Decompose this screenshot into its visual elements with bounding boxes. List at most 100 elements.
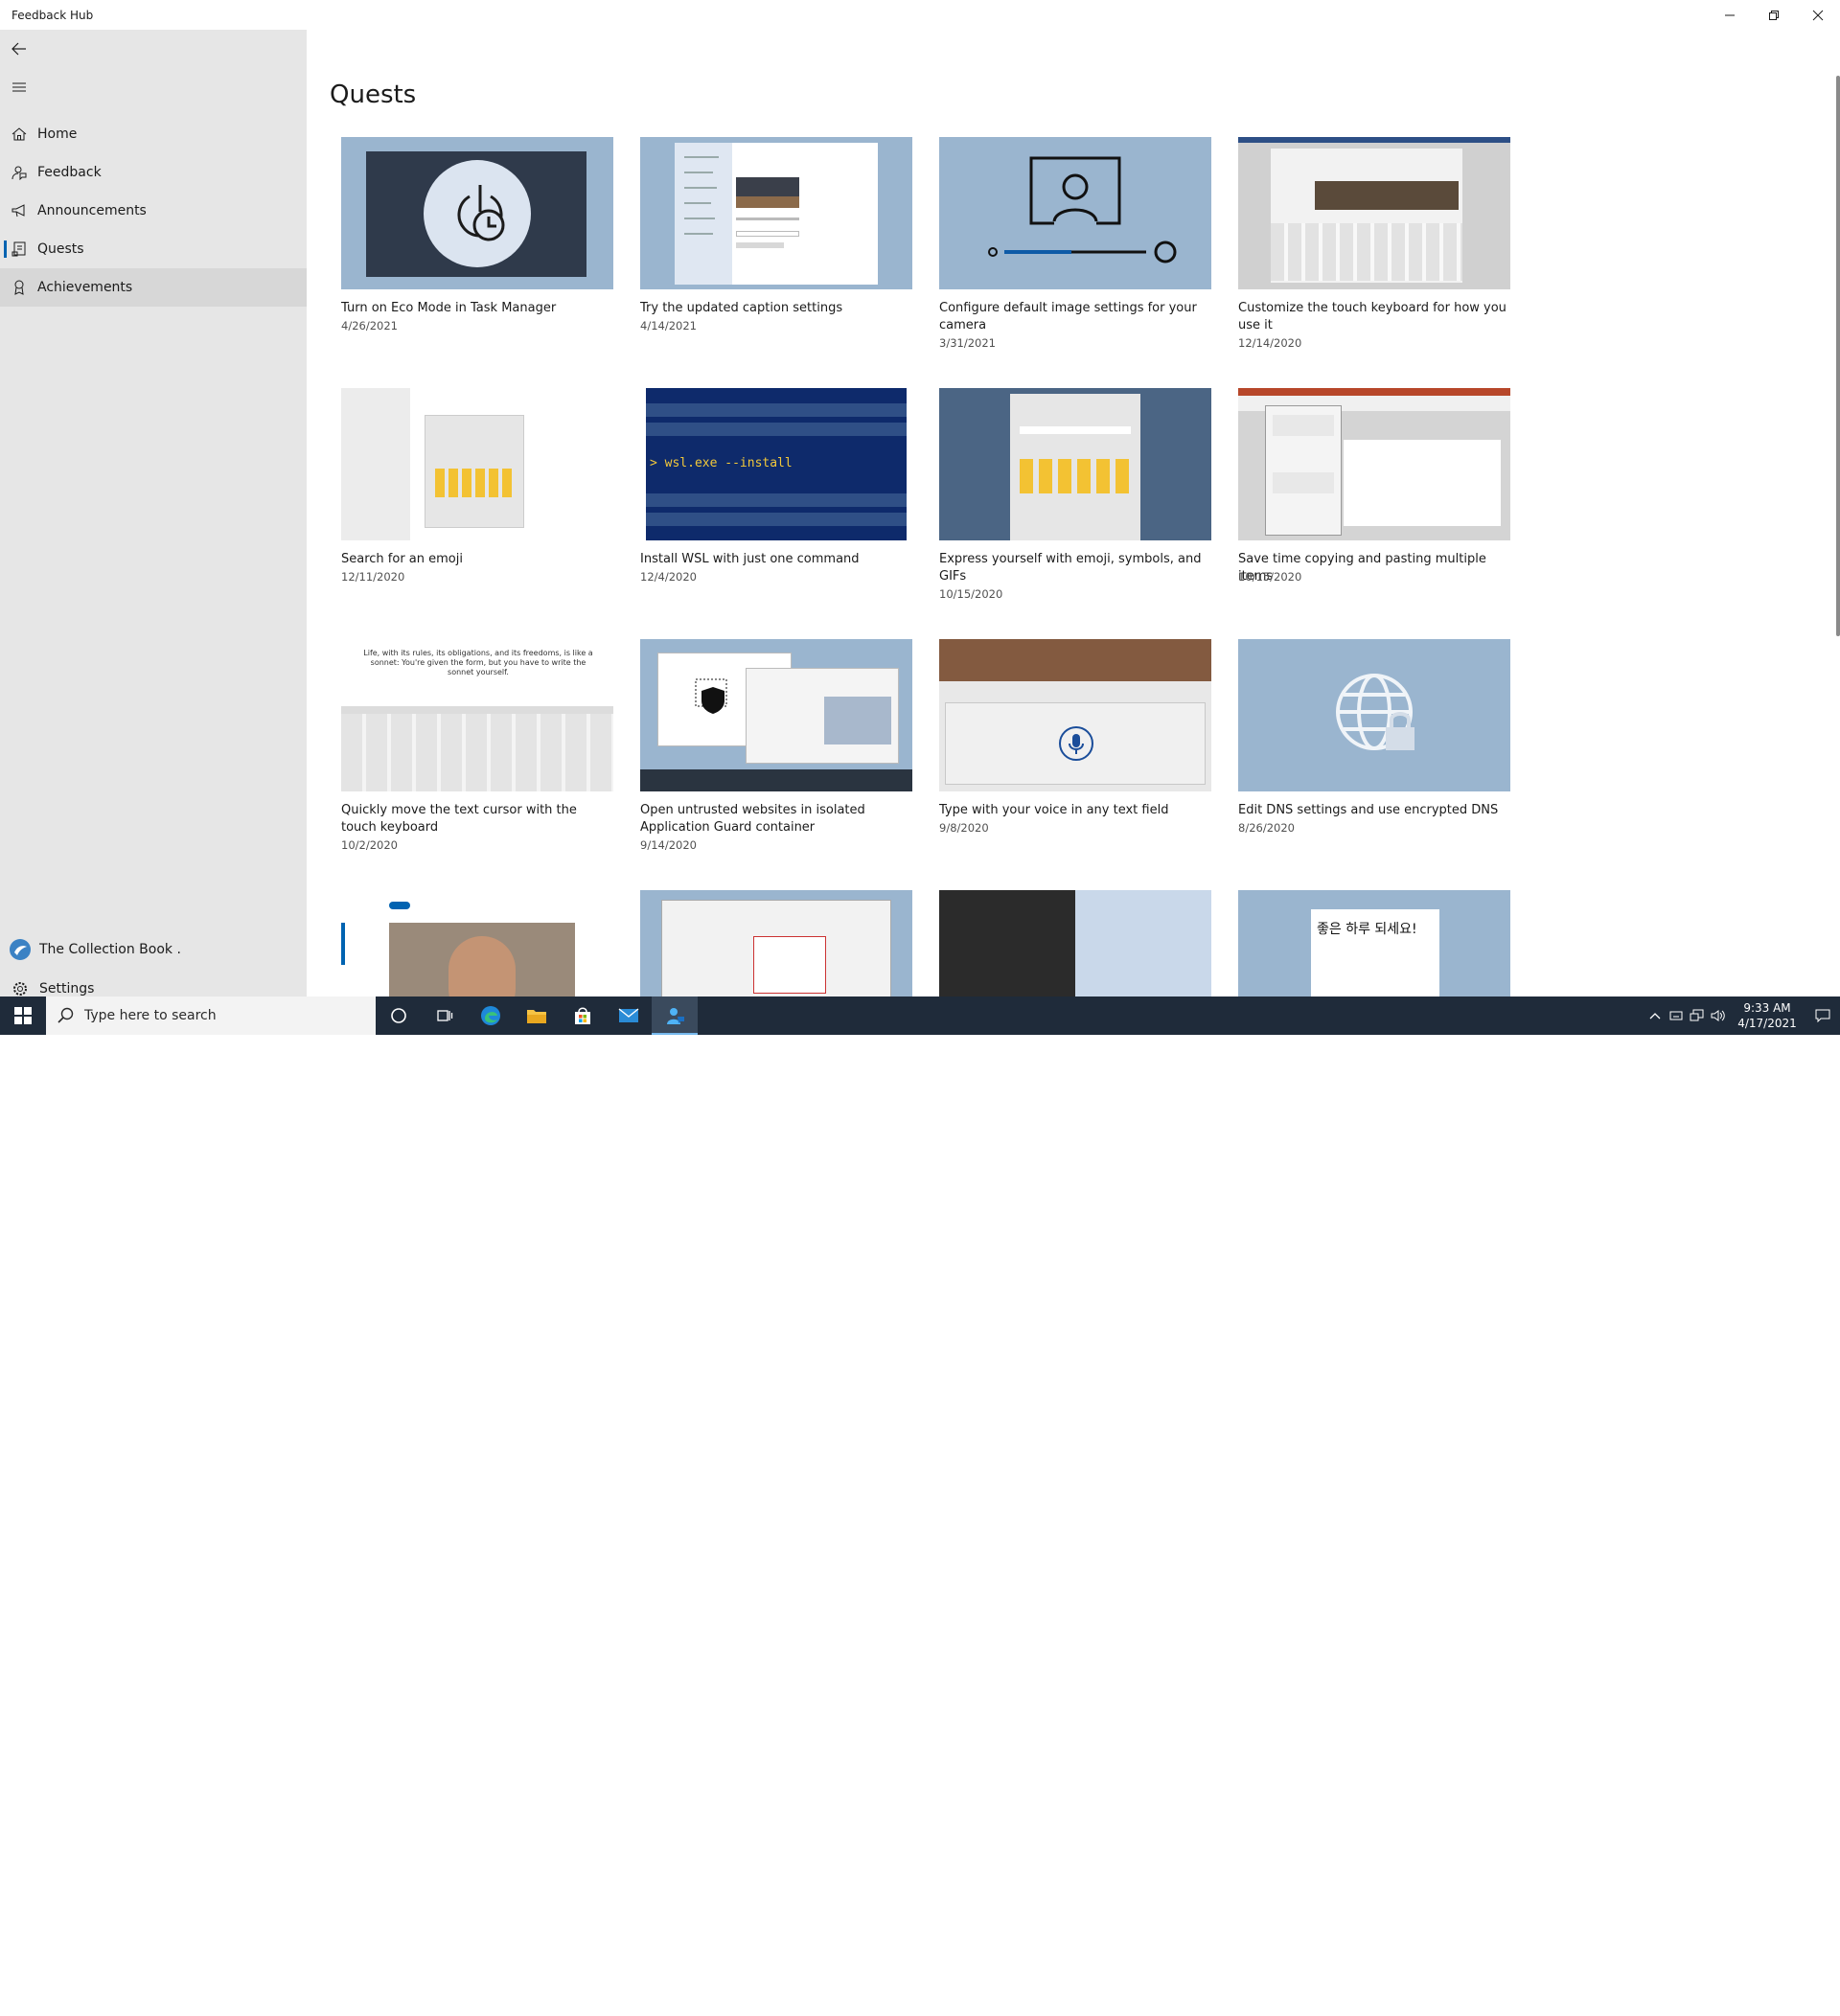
start-button[interactable] (0, 997, 46, 1035)
shield-icon (695, 678, 727, 714)
sidebar-item-feedback[interactable]: Feedback (0, 153, 307, 192)
taskbar: Type here to search The Collection Book (0, 997, 1840, 2016)
microphone-icon (1059, 726, 1093, 761)
minimize-button[interactable] (1708, 0, 1752, 30)
sidebar-item-label: Home (37, 126, 78, 142)
store-bag-icon (575, 1007, 590, 1024)
keyboard-indicator-icon (1669, 1011, 1683, 1020)
eco-clock-icon (457, 185, 505, 241)
clock-date: 4/17/2021 (1737, 1017, 1797, 1030)
system-tray: 9:33 AM 4/17/2021 (1644, 997, 1840, 1035)
sidebar-item-label: Achievements (37, 280, 133, 295)
sidebar-item-label: Announcements (37, 203, 147, 218)
folder-icon (527, 1010, 546, 1023)
sidebar-item-label: Quests (37, 241, 84, 257)
sidebar-item-quests[interactable]: Quests (0, 230, 307, 268)
quest-title: Install WSL with just one command (640, 552, 860, 566)
store-button[interactable] (560, 997, 606, 1035)
task-view-button[interactable] (422, 997, 468, 1035)
restore-icon (1769, 10, 1779, 20)
avatar (9, 938, 32, 961)
quest-thumbnail (1238, 137, 1510, 289)
windows-logo-icon (14, 1007, 32, 1024)
quest-date: 12/4/2020 (640, 570, 697, 584)
volume-button[interactable] (1708, 997, 1729, 1035)
quest-thumbnail (939, 137, 1211, 289)
quest-thumbnail (640, 639, 912, 791)
feedback-hub-icon (667, 1008, 684, 1024)
tray-overflow-button[interactable] (1644, 997, 1666, 1035)
sidebar-item-home[interactable]: Home (0, 115, 307, 153)
close-button[interactable] (1796, 0, 1840, 30)
clock-time: 9:33 AM (1743, 1001, 1791, 1015)
edge-taskbar-button[interactable] (468, 997, 514, 1035)
vertical-scrollbar[interactable] (1836, 76, 1840, 636)
quest-date: 8/26/2020 (1238, 821, 1295, 835)
camera-settings-icon (988, 156, 1177, 263)
sidebar-item-label: Feedback (37, 165, 102, 180)
sidebar-item-announcements[interactable]: Announcements (0, 192, 307, 230)
feedback-hub-taskbar-button[interactable] (652, 997, 698, 1035)
quest-thumbnail (640, 137, 912, 289)
quest-title: Open untrusted websites in isolated Appl… (640, 803, 865, 835)
watermark-text: The Collection Book (1600, 1996, 1772, 2016)
notification-icon (1815, 1009, 1830, 1022)
file-explorer-button[interactable] (514, 997, 560, 1035)
quest-date: 12/14/2020 (1238, 336, 1302, 350)
quest-date: 10/2/2020 (341, 838, 398, 852)
chevron-up-icon (1649, 1013, 1661, 1019)
navigation-pane: Home Feedback Announcements Quests Achie… (0, 30, 307, 997)
quest-thumbnail: 좋은 하루 되세요! (1238, 890, 1510, 997)
quest-title: Express yourself with emoji, symbols, an… (939, 552, 1202, 584)
quest-thumbnail: > wsl.exe --install (640, 388, 912, 540)
mail-icon (618, 1008, 639, 1022)
achievements-icon (12, 280, 27, 295)
quest-date: 9/14/2020 (640, 838, 697, 852)
sample-text: Life, with its rules, its obligations, a… (363, 649, 593, 676)
quest-date: 4/26/2021 (341, 319, 398, 332)
action-center-button[interactable] (1806, 997, 1840, 1035)
mail-button[interactable] (606, 997, 652, 1035)
network-button[interactable] (1687, 997, 1708, 1035)
quest-title: Type with your voice in any text field (939, 803, 1169, 817)
speaker-icon (1711, 1010, 1725, 1021)
quest-date: 9/8/2020 (939, 821, 989, 835)
home-icon (12, 126, 27, 142)
edge-icon (481, 1006, 500, 1025)
quest-thumbnail (341, 137, 613, 289)
input-indicator-button[interactable] (1666, 997, 1687, 1035)
quests-icon (12, 241, 27, 257)
korean-text: 좋은 하루 되세요! (1317, 922, 1417, 937)
app-title: Feedback Hub (12, 9, 94, 22)
quest-thumbnail (939, 890, 1211, 997)
selection-indicator (4, 241, 7, 258)
cortana-button[interactable] (376, 997, 422, 1035)
quest-thumbnail (939, 388, 1211, 540)
quest-thumbnail (341, 890, 613, 997)
settings-label: Settings (39, 981, 95, 997)
account-name: The Collection Book . (39, 942, 181, 957)
back-button[interactable] (0, 30, 307, 68)
hamburger-menu-button[interactable] (0, 68, 307, 106)
taskbar-clock[interactable]: 9:33 AM 4/17/2021 (1729, 1000, 1806, 1031)
network-icon (1690, 1009, 1704, 1021)
sidebar-item-achievements[interactable]: Achievements (0, 268, 307, 307)
task-view-icon (437, 1010, 453, 1021)
quest-date: 3/31/2021 (939, 336, 996, 350)
quests-page: Quests Turn on Eco Mode in Task Manager … (307, 30, 1840, 997)
taskbar-search-box[interactable]: Type here to search (46, 997, 376, 1035)
cortana-icon (391, 1008, 406, 1023)
quest-date: 12/11/2020 (341, 570, 405, 584)
quest-title: Configure default image settings for you… (939, 301, 1197, 332)
quest-thumbnail (341, 388, 613, 540)
globe-lock-icon (1336, 674, 1414, 750)
quest-title: Try the updated caption settings (640, 301, 843, 315)
page-title: Quests (330, 80, 417, 109)
account-button[interactable]: The Collection Book . (0, 930, 307, 969)
quest-title: Edit DNS settings and use encrypted DNS (1238, 803, 1499, 817)
quest-thumbnail (1238, 639, 1510, 791)
quest-date: 10/15/2020 (939, 587, 1003, 601)
restore-button[interactable] (1752, 0, 1796, 30)
quest-title: Search for an emoji (341, 552, 463, 566)
quest-title: Turn on Eco Mode in Task Manager (341, 301, 557, 315)
